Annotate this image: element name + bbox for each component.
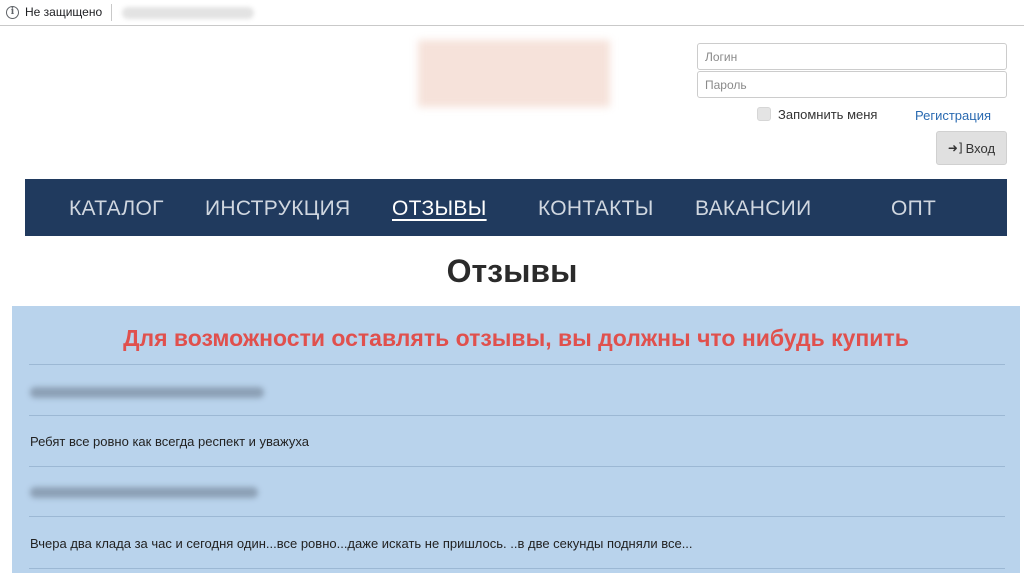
review-meta-blurred	[30, 487, 258, 498]
login-input[interactable]	[697, 43, 1007, 70]
site-logo-blurred[interactable]	[418, 40, 610, 107]
nav-item-instructions[interactable]: ИНСТРУКЦИЯ	[205, 197, 350, 221]
divider	[29, 415, 1005, 416]
remember-label: Запомнить меня	[778, 106, 878, 122]
remember-checkbox[interactable]	[757, 107, 771, 121]
blurred-url[interactable]	[122, 7, 254, 19]
nav-item-contacts[interactable]: КОНТАКТЫ	[538, 197, 654, 221]
nav-item-catalog[interactable]: КАТАЛОГ	[69, 197, 164, 221]
nav-item-wholesale[interactable]: ОПТ	[891, 197, 936, 221]
divider	[29, 364, 1005, 365]
divider	[29, 568, 1005, 569]
login-button[interactable]: ➜] Вход	[936, 131, 1007, 165]
info-icon[interactable]: i	[6, 6, 19, 19]
login-button-label: Вход	[965, 140, 996, 156]
nav-item-vacancies[interactable]: ВАКАНСИИ	[695, 197, 811, 221]
review-meta-blurred	[30, 387, 264, 398]
review-text: Ребят все ровно как всегда респект и ува…	[30, 434, 309, 449]
reviews-panel: Для возможности оставлять отзывы, вы дол…	[12, 306, 1020, 573]
security-status[interactable]: Не защищено	[25, 5, 102, 19]
main-nav: КАТАЛОГ ИНСТРУКЦИЯ ОТЗЫВЫ КОНТАКТЫ ВАКАН…	[25, 179, 1007, 236]
nav-item-reviews[interactable]: ОТЗЫВЫ	[392, 197, 487, 221]
divider	[29, 466, 1005, 467]
purchase-required-notice: Для возможности оставлять отзывы, вы дол…	[123, 325, 909, 351]
password-input[interactable]	[697, 71, 1007, 98]
sign-in-icon: ➜]	[947, 141, 963, 155]
browser-address-bar[interactable]: i Не защищено	[0, 0, 1024, 26]
remember-me[interactable]: Запомнить меня	[757, 106, 877, 122]
register-link[interactable]: Регистрация	[915, 108, 991, 123]
review-text: Вчера два клада за час и сегодня один...…	[30, 536, 693, 551]
divider	[29, 516, 1005, 517]
address-separator	[111, 4, 112, 21]
page-title: Отзывы	[446, 253, 578, 289]
